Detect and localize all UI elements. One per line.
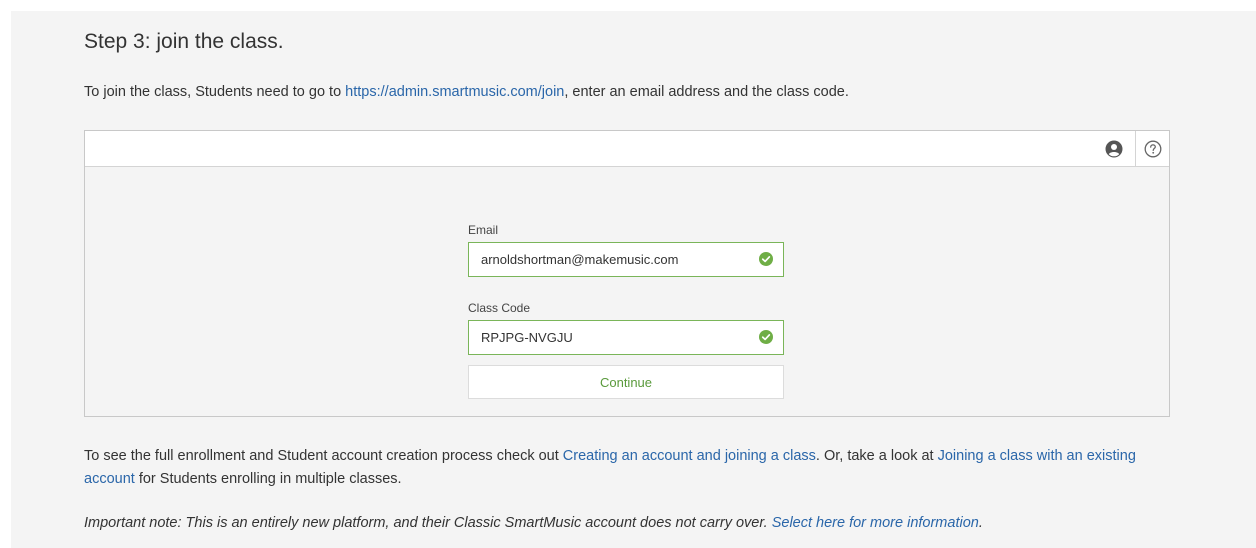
important-note: Important note: This is an entirely new …	[84, 515, 1194, 531]
note-text: Important note: This is an entirely new …	[84, 515, 772, 531]
email-label: Email	[468, 223, 499, 237]
more-information-link[interactable]: Select here for more information	[772, 515, 979, 531]
article-page: Step 3: join the class. To join the clas…	[11, 11, 1256, 548]
note-end: .	[978, 515, 983, 531]
creating-account-link[interactable]: Creating an account and joining a class	[563, 448, 816, 464]
email-field[interactable]: arnoldshortman@makemusic.com	[468, 242, 784, 277]
email-valid-check-icon	[759, 252, 773, 266]
app-top-bar	[85, 131, 1169, 167]
user-circle-icon[interactable]	[1098, 131, 1130, 166]
process-paragraph: To see the full enrollment and Student a…	[84, 445, 1174, 491]
email-value: arnoldshortman@makemusic.com	[481, 252, 679, 267]
class-code-field[interactable]: RPJPG-NVGJU	[468, 320, 784, 355]
join-url-link[interactable]: https://admin.smartmusic.com/join	[345, 84, 564, 100]
intro-text-before: To join the class, Students need to go t…	[84, 84, 346, 100]
intro-paragraph: To join the class, Students need to go t…	[84, 84, 849, 100]
process-text-before: To see the full enrollment and Student a…	[84, 448, 563, 464]
help-circle-icon[interactable]	[1135, 131, 1170, 166]
step-heading: Step 3: join the class.	[84, 30, 284, 53]
process-text-middle: . Or, take a look at	[815, 448, 938, 464]
continue-button[interactable]: Continue	[468, 365, 784, 399]
intro-text-after: , enter an email address and the class c…	[564, 84, 849, 100]
class-code-value: RPJPG-NVGJU	[481, 330, 573, 345]
class-code-label: Class Code	[468, 301, 531, 315]
embedded-screenshot-frame: Email arnoldshortman@makemusic.com Class…	[84, 130, 1170, 417]
process-text-after: for Students enrolling in multiple class…	[134, 471, 402, 487]
class-code-valid-check-icon	[759, 330, 773, 344]
